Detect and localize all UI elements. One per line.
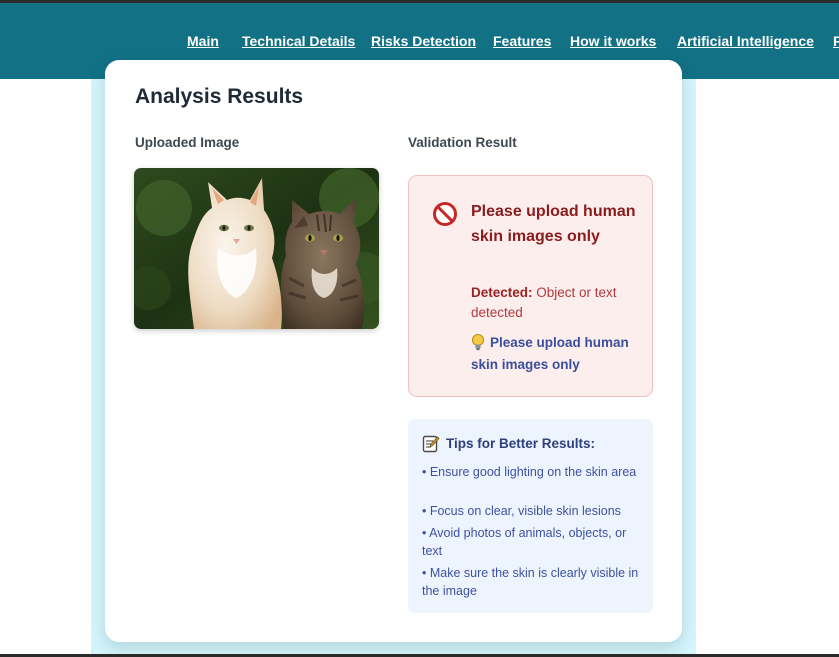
validation-error-title: Please upload human skin images only — [471, 203, 636, 245]
nav-link-features[interactable]: Features — [493, 33, 551, 49]
tips-title: Tips for Better Results: — [446, 436, 596, 451]
analysis-results-title: Analysis Results — [135, 85, 304, 108]
upload-hint: Please upload human skin images only — [471, 335, 629, 372]
memo-icon — [422, 435, 440, 453]
nav-link-main[interactable]: Main — [187, 33, 219, 49]
uploaded-image-label: Uploaded Image — [135, 135, 240, 150]
detected-info: Detected: Object or text detected — [471, 283, 641, 323]
tip-item: • Avoid photos of animals, objects, or t… — [422, 526, 627, 558]
uploaded-image-preview — [134, 168, 379, 329]
tip-item: • Focus on clear, visible skin lesions — [422, 504, 621, 518]
detected-label: Detected: — [471, 285, 533, 300]
tip-item: • Ensure good lighting on the skin area — [422, 465, 637, 479]
nav-link-technical-details[interactable]: Technical Details — [242, 33, 355, 49]
validation-result-label: Validation Result — [408, 135, 517, 150]
tip-item: • Make sure the skin is clearly visible … — [422, 566, 639, 598]
nav-link-artificial-intelligence[interactable]: Artificial Intelligence — [677, 33, 814, 49]
nav-link-how-it-works[interactable]: How it works — [570, 33, 656, 49]
nav-link-truncated[interactable]: F — [833, 33, 839, 49]
nav-link-risks-detection[interactable]: Risks Detection — [371, 33, 476, 49]
prohibited-icon — [433, 202, 457, 226]
cats-photo — [134, 168, 379, 329]
